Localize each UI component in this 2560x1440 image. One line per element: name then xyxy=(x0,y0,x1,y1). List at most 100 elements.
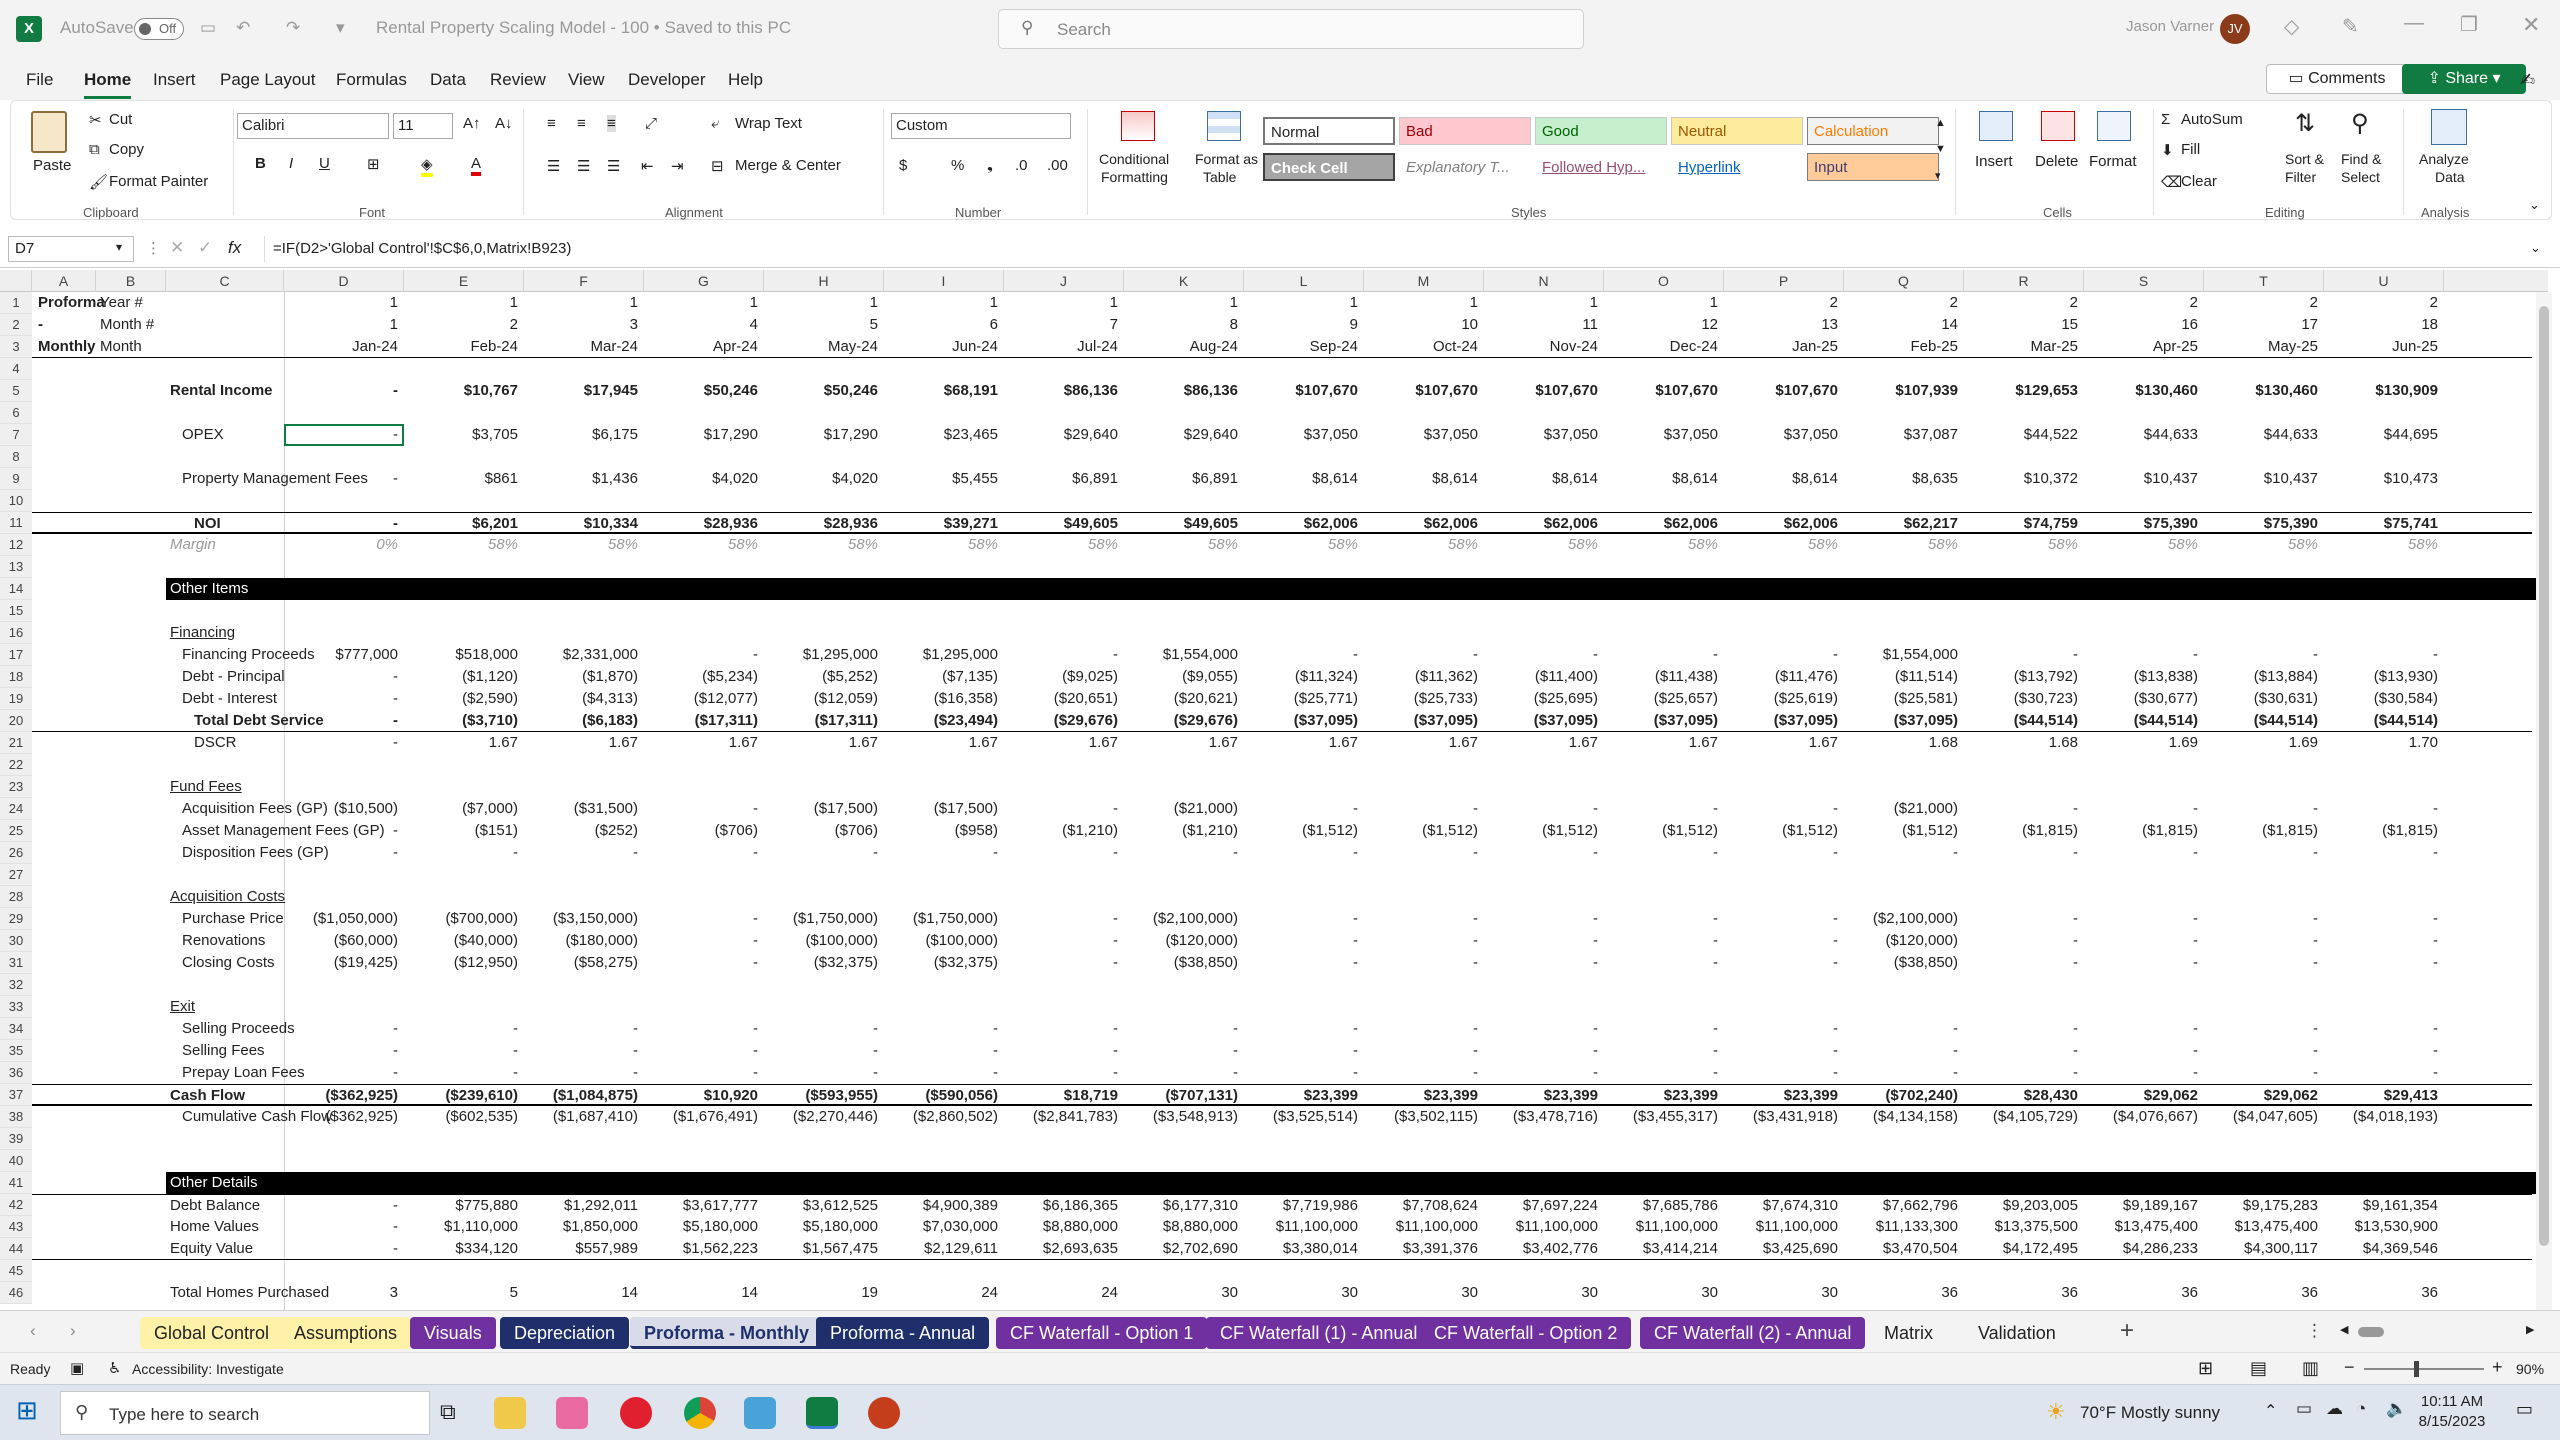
cell[interactable]: ($40,000) xyxy=(404,930,524,952)
cell[interactable]: $1,110,000 xyxy=(404,1216,524,1238)
cell[interactable]: - xyxy=(2204,1062,2324,1084)
close-icon[interactable]: ✕ xyxy=(2522,12,2540,38)
cell[interactable]: Feb-25 xyxy=(1844,336,1964,358)
style-input[interactable]: Input xyxy=(1807,153,1939,181)
cell[interactable]: 1.67 xyxy=(1124,732,1244,754)
cell[interactable]: ($25,695) xyxy=(1484,688,1604,710)
column-header-o[interactable]: O xyxy=(1604,270,1724,292)
cell[interactable]: ($44,514) xyxy=(2204,710,2324,732)
cell[interactable]: Sep-24 xyxy=(1244,336,1364,358)
cell[interactable]: $130,460 xyxy=(2084,380,2204,402)
cell[interactable]: - xyxy=(644,1040,764,1062)
cell[interactable]: - xyxy=(1604,908,1724,930)
row-label[interactable]: Closing Costs xyxy=(182,952,275,974)
cell[interactable]: ($4,134,158) xyxy=(1844,1106,1964,1128)
sheet-tab[interactable]: Matrix xyxy=(1870,1317,1947,1349)
styles-scroll-down-icon[interactable]: ▼ xyxy=(1935,143,1946,155)
increase-decimal-icon[interactable]: .0 xyxy=(1015,157,1028,174)
cell[interactable]: 4 xyxy=(644,314,764,336)
cell[interactable]: - xyxy=(1724,644,1844,666)
cell[interactable]: - xyxy=(884,1040,1004,1062)
cell[interactable]: - xyxy=(1724,930,1844,952)
column-header-r[interactable]: R xyxy=(1964,270,2084,292)
sort-filter-button[interactable]: Sort & xyxy=(2285,151,2324,167)
cell[interactable]: 1 xyxy=(1484,292,1604,314)
cell[interactable]: ($4,018,193) xyxy=(2324,1106,2444,1128)
cell[interactable]: Apr-24 xyxy=(644,336,764,358)
name-box-dropdown-icon[interactable]: ▾ xyxy=(116,240,122,254)
row-label[interactable]: Debt - Principal xyxy=(182,666,285,688)
cell[interactable]: ($1,084,875) xyxy=(524,1085,644,1107)
cell[interactable]: - xyxy=(2204,1018,2324,1040)
cell[interactable]: - xyxy=(404,842,524,864)
cell[interactable]: $10,437 xyxy=(2084,468,2204,490)
cell[interactable]: Oct-24 xyxy=(1364,336,1484,358)
percent-icon[interactable]: % xyxy=(951,157,964,174)
cell[interactable]: - xyxy=(1004,798,1124,820)
cell[interactable]: $23,399 xyxy=(1364,1085,1484,1107)
autosave-toggle[interactable]: Off xyxy=(134,18,184,40)
cell[interactable]: - xyxy=(2324,644,2444,666)
cell[interactable]: 30 xyxy=(1364,1282,1484,1304)
cell[interactable]: $10,473 xyxy=(2324,468,2444,490)
chrome-icon[interactable] xyxy=(684,1397,716,1429)
pen-icon[interactable]: ✎ xyxy=(2342,14,2359,39)
cell[interactable]: ($2,841,783) xyxy=(1004,1106,1124,1128)
cell[interactable]: 1.67 xyxy=(404,732,524,754)
windows-start-icon[interactable]: ⊞ xyxy=(16,1395,38,1426)
cell[interactable]: $23,399 xyxy=(1724,1085,1844,1107)
cell[interactable]: - xyxy=(284,820,404,842)
cell[interactable]: - xyxy=(1484,908,1604,930)
cell[interactable]: - xyxy=(524,842,644,864)
cell[interactable]: - xyxy=(1724,842,1844,864)
cell[interactable]: $6,177,310 xyxy=(1124,1195,1244,1217)
cell[interactable]: ($25,581) xyxy=(1844,688,1964,710)
cell[interactable]: 7 xyxy=(1004,314,1124,336)
expand-formula-icon[interactable]: ⌄ xyxy=(2530,240,2541,256)
cell[interactable]: $44,695 xyxy=(2324,424,2444,446)
cell[interactable]: $29,062 xyxy=(2084,1085,2204,1107)
cell[interactable]: $75,741 xyxy=(2324,513,2444,535)
cell[interactable]: ($362,925) xyxy=(284,1085,404,1107)
cell[interactable]: ($1,750,000) xyxy=(764,908,884,930)
cell[interactable]: - xyxy=(1724,1062,1844,1084)
cell[interactable]: ($25,619) xyxy=(1724,688,1844,710)
cell[interactable]: $7,708,624 xyxy=(1364,1195,1484,1217)
row-label[interactable]: Cash Flow xyxy=(170,1085,245,1107)
cell[interactable]: ($13,930) xyxy=(2324,666,2444,688)
cell[interactable]: $775,880 xyxy=(404,1195,524,1217)
column-header-n[interactable]: N xyxy=(1484,270,1604,292)
align-bottom-icon[interactable]: ≡ xyxy=(607,115,616,132)
cell[interactable]: - xyxy=(1124,842,1244,864)
cell[interactable]: - xyxy=(1604,930,1724,952)
conditional-formatting-icon[interactable] xyxy=(1121,111,1155,141)
cell[interactable]: $49,605 xyxy=(1004,513,1124,535)
cell[interactable]: - xyxy=(1364,908,1484,930)
wrap-text-button[interactable]: Wrap Text xyxy=(735,115,802,132)
cell[interactable]: - xyxy=(644,644,764,666)
cell[interactable]: 15 xyxy=(1964,314,2084,336)
cell[interactable]: 1.67 xyxy=(1244,732,1364,754)
cell[interactable]: 1 xyxy=(404,292,524,314)
cell[interactable]: ($17,500) xyxy=(764,798,884,820)
cell[interactable]: - xyxy=(284,842,404,864)
format-cells-button[interactable]: Format xyxy=(2089,153,2137,170)
formula-input[interactable]: =IF(D2>'Global Control'!$C$6,0,Matrix!B9… xyxy=(264,236,2528,262)
cell[interactable]: $62,006 xyxy=(1724,513,1844,535)
cell[interactable]: $50,246 xyxy=(644,380,764,402)
cell[interactable]: - xyxy=(2204,952,2324,974)
cell[interactable]: $107,670 xyxy=(1604,380,1724,402)
cell[interactable]: ($3,150,000) xyxy=(524,908,644,930)
cell[interactable]: $9,161,354 xyxy=(2324,1195,2444,1217)
cell[interactable]: ($702,240) xyxy=(1844,1085,1964,1107)
excel-logo-icon[interactable]: X xyxy=(16,16,42,42)
cell[interactable]: ($1,512) xyxy=(1484,820,1604,842)
merge-center-button[interactable]: Merge & Center xyxy=(735,157,841,174)
column-header-h[interactable]: H xyxy=(764,270,884,292)
cell[interactable]: 1 xyxy=(524,292,644,314)
cell[interactable]: $130,909 xyxy=(2324,380,2444,402)
cell[interactable]: ($151) xyxy=(404,820,524,842)
cell[interactable]: - xyxy=(644,842,764,864)
sheet-tab[interactable]: Validation xyxy=(1964,1317,2070,1349)
cell[interactable]: - xyxy=(1124,1040,1244,1062)
